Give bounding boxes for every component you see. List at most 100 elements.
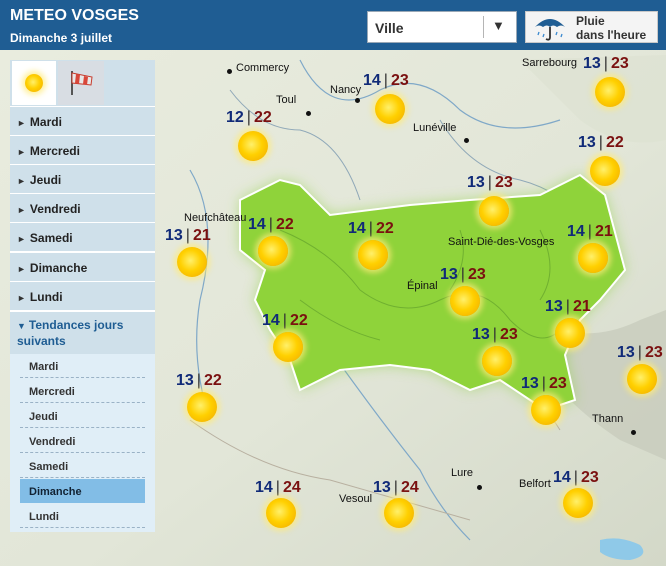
day-label: Dimanche xyxy=(29,261,88,275)
dropdown-arrow-icon[interactable]: ▼ xyxy=(492,18,505,33)
city-marker xyxy=(227,69,232,74)
city-nancy: Nancy xyxy=(330,84,362,96)
sun-icon xyxy=(482,346,512,376)
arrow-right-icon: ► xyxy=(17,147,26,157)
trend-day-mardi[interactable]: Mardi xyxy=(20,354,145,378)
sun-icon xyxy=(531,395,561,425)
day-label: Samedi xyxy=(29,231,73,245)
arrow-right-icon: ► xyxy=(17,293,26,303)
sun-icon xyxy=(258,236,288,266)
day-dimanche[interactable]: ► Dimanche xyxy=(10,252,155,281)
sun-icon xyxy=(479,196,509,226)
day-label: Lundi xyxy=(29,290,63,304)
trend-day-mercredi[interactable]: Mercredi xyxy=(20,379,145,403)
temperature-label: 14 | 23 xyxy=(363,72,409,89)
sun-icon xyxy=(266,498,296,528)
temperature-label: 14 | 22 xyxy=(348,220,394,237)
temperature-label: 13 | 21 xyxy=(545,298,591,315)
city-sarrebourg: Sarrebourg xyxy=(522,57,578,69)
day-mercredi[interactable]: ► Mercredi xyxy=(10,135,155,164)
sun-icon xyxy=(177,247,207,277)
day-vendredi[interactable]: ► Vendredi xyxy=(10,193,155,222)
day-samedi[interactable]: ► Samedi xyxy=(10,222,155,251)
city-select-label: Ville xyxy=(375,20,404,36)
sun-icon xyxy=(450,286,480,316)
temperature-label: 14 | 24 xyxy=(255,479,301,496)
city-toul: Toul xyxy=(276,94,297,106)
day-mardi[interactable]: ► Mardi xyxy=(10,106,155,135)
day-jeudi[interactable]: ► Jeudi xyxy=(10,164,155,193)
temperature-label: 12 | 22 xyxy=(226,109,272,126)
rain-button-label: Pluie dans l'heure xyxy=(576,14,647,42)
trend-day-dimanche[interactable]: Dimanche xyxy=(20,479,145,503)
sun-icon xyxy=(358,240,388,270)
sun-icon xyxy=(563,488,593,518)
temperature-label: 14 | 23 xyxy=(553,469,599,486)
temperature-label: 14 | 22 xyxy=(262,312,308,329)
umbrella-icon xyxy=(535,19,565,41)
rain-next-hour-button[interactable]: Pluie dans l'heure xyxy=(525,11,658,43)
windsock-icon xyxy=(71,71,93,95)
city-epinal: Épinal xyxy=(407,280,438,292)
temperature-label: 13 | 21 xyxy=(165,227,211,244)
day-sidebar: ► Mardi ► Mercredi ► Jeudi ► Vendredi ► Samed… xyxy=(10,60,155,532)
arrow-down-icon: ▼ xyxy=(17,321,26,331)
temperature-label: 13 | 22 xyxy=(578,134,624,151)
sun-icon xyxy=(595,77,625,107)
city-marker xyxy=(306,111,311,116)
sun-icon xyxy=(273,332,303,362)
temperature-label: 14 | 22 xyxy=(248,216,294,233)
view-tabs xyxy=(10,60,155,106)
sun-icon xyxy=(555,318,585,348)
city-vesoul: Vesoul xyxy=(339,493,373,505)
trend-days-list: Mardi Mercredi Jeudi Vendredi Samedi Dim… xyxy=(10,354,155,532)
temperature-label: 13 | 24 xyxy=(373,479,419,496)
sun-icon xyxy=(384,498,414,528)
forecast-date: Dimanche 3 juillet xyxy=(10,31,113,45)
arrow-right-icon: ► xyxy=(17,264,26,274)
temperature-label: 13 | 23 xyxy=(617,344,663,361)
sun-icon xyxy=(590,156,620,186)
sun-icon xyxy=(187,392,217,422)
city-marker xyxy=(464,138,469,143)
city-commercy: Commercy xyxy=(236,62,290,74)
trends-toggle[interactable]: ▼ Tendances jours suivants xyxy=(10,311,155,354)
temperature-label: 14 | 21 xyxy=(567,223,613,240)
city-thann: Thann xyxy=(592,413,624,425)
sun-icon xyxy=(25,74,43,92)
arrow-right-icon: ► xyxy=(17,118,26,128)
page-title: METEO VOSGES xyxy=(10,7,139,24)
arrow-right-icon: ► xyxy=(17,234,26,244)
city-marker xyxy=(631,430,636,435)
temperature-label: 13 | 23 xyxy=(521,375,567,392)
sun-icon xyxy=(238,131,268,161)
temperature-label: 13 | 23 xyxy=(472,326,518,343)
trend-day-samedi[interactable]: Samedi xyxy=(20,454,145,478)
trend-day-vendredi[interactable]: Vendredi xyxy=(20,429,145,453)
city-luneville: Lunéville xyxy=(413,122,457,134)
city-marker xyxy=(355,98,360,103)
city-select[interactable]: Ville ▼ xyxy=(367,11,517,43)
day-label: Mercredi xyxy=(29,144,80,158)
city-marker xyxy=(477,485,482,490)
tab-wind[interactable] xyxy=(58,61,104,105)
day-label: Mardi xyxy=(29,115,62,129)
arrow-right-icon: ► xyxy=(17,176,26,186)
sun-icon xyxy=(578,243,608,273)
day-lundi[interactable]: ► Lundi xyxy=(10,281,155,310)
temperature-label: 13 | 23 xyxy=(440,266,486,283)
day-label: Vendredi xyxy=(29,202,81,216)
city-saint-die: Saint-Dié-des-Vosges xyxy=(448,236,555,248)
sun-icon xyxy=(627,364,657,394)
day-label: Jeudi xyxy=(29,173,62,187)
trend-day-jeudi[interactable]: Jeudi xyxy=(20,404,145,428)
arrow-right-icon: ► xyxy=(17,205,26,215)
city-belfort: Belfort xyxy=(519,478,551,490)
city-neufchateau: Neufchâteau xyxy=(184,212,247,224)
tab-weather[interactable] xyxy=(12,61,56,105)
temperature-label: 13 | 23 xyxy=(583,55,629,72)
select-divider xyxy=(483,16,484,38)
trend-day-lundi[interactable]: Lundi xyxy=(20,504,145,528)
temperature-label: 13 | 22 xyxy=(176,372,222,389)
temperature-label: 13 | 23 xyxy=(467,174,513,191)
